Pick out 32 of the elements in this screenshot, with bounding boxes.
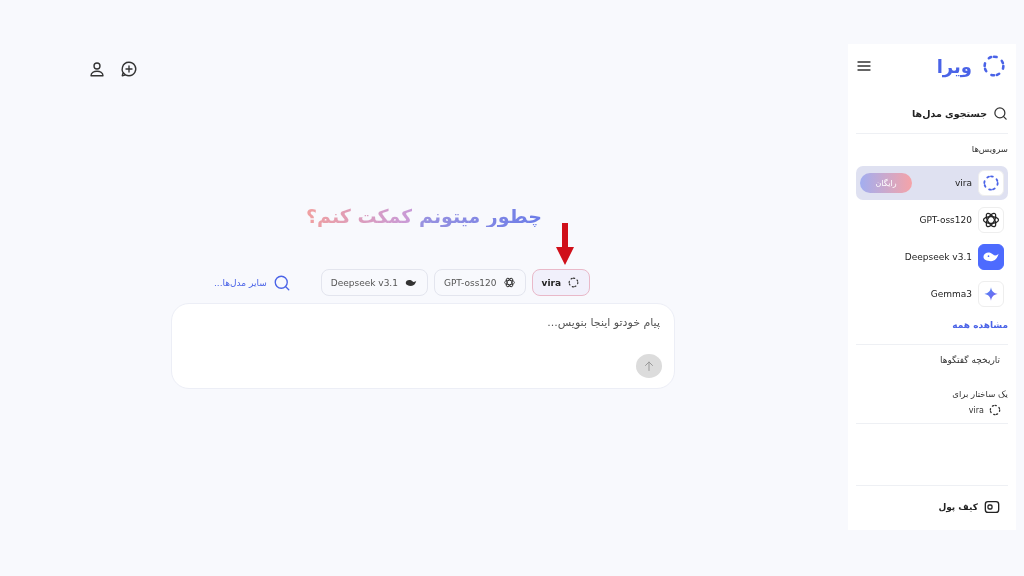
- chat-plus-icon[interactable]: [120, 60, 138, 78]
- service-item[interactable]: Gemma3: [856, 277, 1008, 311]
- up-arrow-icon: [643, 360, 655, 373]
- more-models-link[interactable]: سایر مدل‌ها...: [214, 273, 291, 292]
- message-field[interactable]: پیام خودتو اینجا بنویس...: [180, 314, 662, 351]
- logo-text: ویرا: [936, 55, 972, 77]
- sparkle-ring-icon: [980, 52, 1008, 80]
- menu-icon[interactable]: [856, 58, 872, 74]
- service-item[interactable]: GPT-oss120: [856, 203, 1008, 237]
- search-icon: [993, 106, 1008, 121]
- sparkle-ring-icon: [981, 173, 1001, 193]
- sparkle-ring-icon: [567, 276, 580, 289]
- model-chip[interactable]: GPT-oss120: [433, 269, 526, 296]
- service-item[interactable]: Deepseek v3.1: [856, 240, 1008, 274]
- down-arrow-icon: [556, 223, 574, 265]
- model-name: vira: [968, 405, 984, 415]
- wallet-icon: [984, 500, 1000, 514]
- section-title: سرویس‌ها: [970, 143, 1008, 156]
- wallet-link[interactable]: کیف پول: [856, 486, 1008, 530]
- model-search-link[interactable]: جستجوی مدل‌ها: [856, 88, 1008, 133]
- history-title: یک ساختار برای: [951, 389, 1008, 399]
- view-all-link[interactable]: مشاهده همه: [856, 314, 1008, 344]
- model-chip[interactable]: vira: [531, 269, 590, 296]
- heading: چطور میتونم کمکت کنم؟: [305, 205, 543, 227]
- section-title: تاریخچه گفتگوها: [938, 354, 1001, 367]
- user-icon[interactable]: [88, 60, 106, 78]
- sparkle-ring-icon: [988, 403, 1002, 417]
- free-badge: رایگان: [860, 173, 912, 193]
- search-icon: [272, 273, 291, 292]
- model-chip[interactable]: Deepseek v3.1: [320, 269, 428, 296]
- four-point-star-icon: [983, 286, 999, 302]
- message-composer[interactable]: پیام خودتو اینجا بنویس...: [171, 303, 675, 389]
